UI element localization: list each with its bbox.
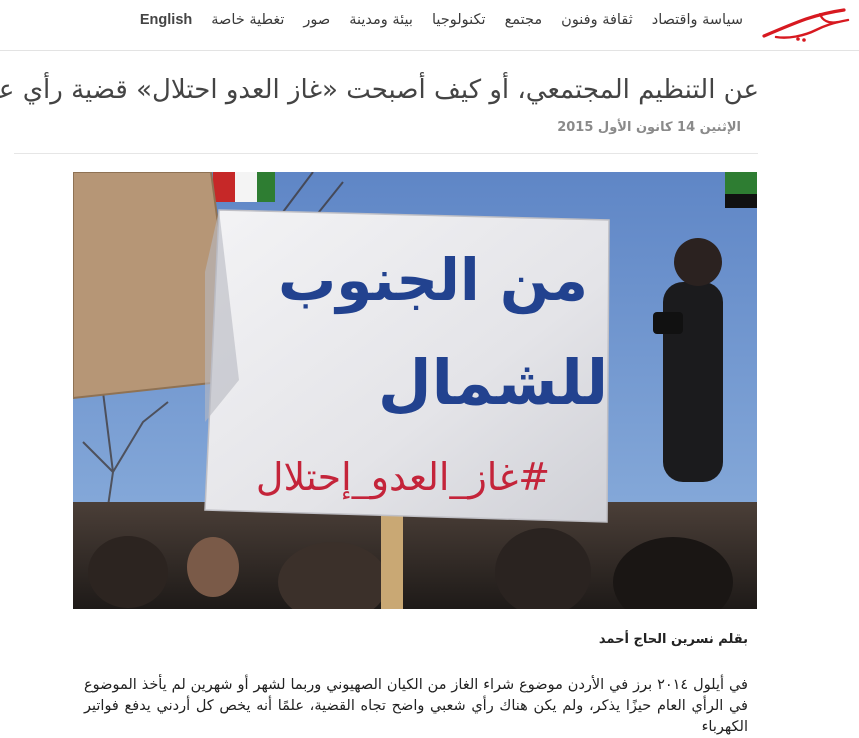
article-date: الإثنين 14 كانون الأول 2015 [557, 120, 741, 135]
sign-line-1: من الجنوب [278, 246, 588, 315]
nav-item-politics-economy[interactable]: سياسة واقتصاد [652, 12, 743, 34]
nav-item-culture-arts[interactable]: ثقافة وفنون [561, 12, 633, 34]
article-photo: من الجنوب للشمال #غاز_العدو_إحتلال [73, 172, 757, 609]
nav-item-english[interactable]: English [140, 12, 192, 34]
article-byline: بقلم نسرين الحاج أحمد [598, 632, 748, 647]
main-nav: سياسة واقتصاد ثقافة وفنون مجتمع تكنولوجي… [140, 12, 743, 34]
nav-item-special-coverage[interactable]: تغطية خاصة [211, 12, 284, 34]
nav-item-environment-city[interactable]: بيئة ومدينة [349, 12, 413, 34]
sign-line-2: للشمال [378, 346, 608, 419]
article-paragraph: في أيلول ٢٠١٤ برز في الأردن موضوع شراء ا… [84, 677, 748, 735]
article-title: عن التنظيم المجتمعي، أو كيف أصبحت «غاز ا… [0, 75, 759, 105]
site-header: سياسة واقتصاد ثقافة وفنون مجتمع تكنولوجي… [0, 0, 859, 51]
protest-sign-photo: من الجنوب للشمال #غاز_العدو_إحتلال [73, 172, 757, 609]
site-logo[interactable] [758, 6, 854, 44]
title-divider [14, 153, 758, 154]
nav-item-society[interactable]: مجتمع [505, 12, 543, 34]
sign-line-3: #غاز_العدو_إحتلال [256, 455, 550, 500]
nav-item-technology[interactable]: تكنولوجيا [432, 12, 486, 34]
nav-item-photos[interactable]: صور [303, 12, 330, 34]
